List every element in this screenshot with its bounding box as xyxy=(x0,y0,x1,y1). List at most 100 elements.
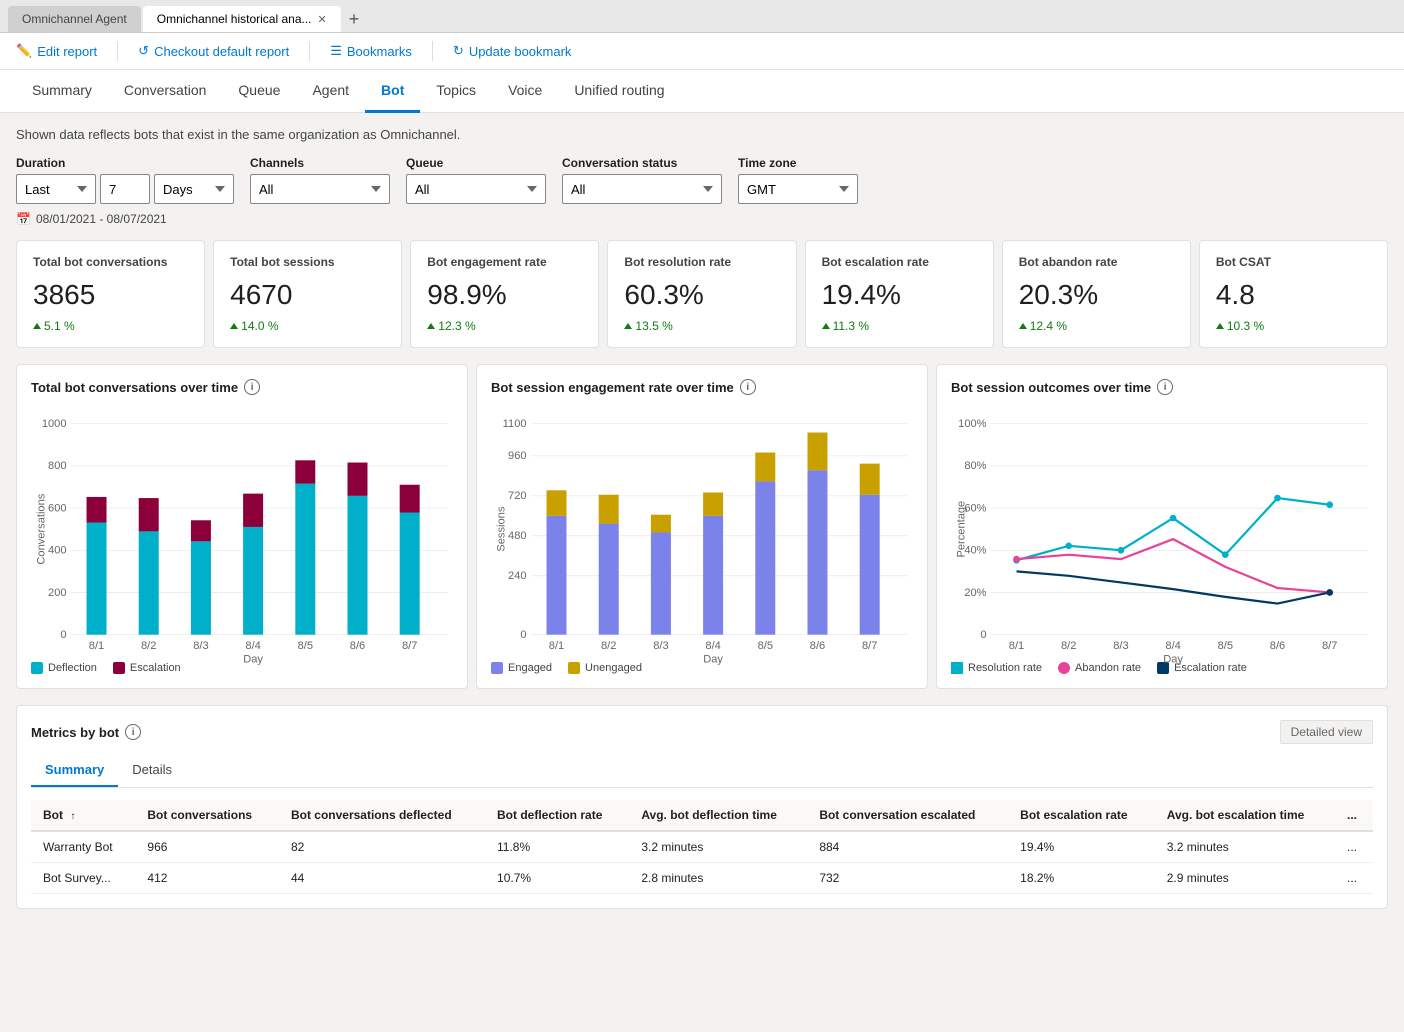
unengaged-color xyxy=(568,662,580,674)
cell-escalation-rate: 19.4% xyxy=(1008,831,1155,863)
svg-text:100%: 100% xyxy=(958,418,987,430)
svg-text:240: 240 xyxy=(508,570,527,582)
browser-tab-bar: Omnichannel Agent Omnichannel historical… xyxy=(0,0,1404,33)
queue-select[interactable]: All xyxy=(406,174,546,204)
bookmarks-button[interactable]: ☰ Bookmarks xyxy=(330,43,412,59)
svg-text:8/7: 8/7 xyxy=(402,640,417,652)
arrow-up-icon xyxy=(230,323,238,329)
sub-tab-details[interactable]: Details xyxy=(118,754,186,787)
filters-row: Duration Last Days Channels All Queue Al… xyxy=(16,156,1388,204)
svg-text:0: 0 xyxy=(60,629,66,641)
chart2-info-icon[interactable]: i xyxy=(740,379,756,395)
add-tab-button[interactable]: + xyxy=(343,9,366,30)
chart-conversations-over-time: Total bot conversations over time i 1000… xyxy=(16,364,468,689)
kpi-change-0: 5.1 % xyxy=(33,319,188,333)
cell-deflection-rate: 11.8% xyxy=(485,831,629,863)
nav-tab-conversation[interactable]: Conversation xyxy=(108,70,223,113)
metrics-header: Metrics by bot i Detailed view xyxy=(31,720,1373,744)
col-bot[interactable]: Bot ↑ xyxy=(31,800,135,831)
edit-report-button[interactable]: ✏️ Edit report xyxy=(16,43,97,59)
tab-omnichannel-historical[interactable]: Omnichannel historical ana... ✕ xyxy=(143,6,341,32)
svg-text:8/2: 8/2 xyxy=(141,640,156,652)
col-deflection-rate[interactable]: Bot deflection rate xyxy=(485,800,629,831)
legend-resolution: Resolution rate xyxy=(951,662,1042,674)
nav-tab-queue[interactable]: Queue xyxy=(222,70,296,113)
chart3-area: 100% 80% 60% 40% 20% 0 Percentage xyxy=(951,407,1373,654)
svg-text:40%: 40% xyxy=(964,545,986,557)
chart1-info-icon[interactable]: i xyxy=(244,379,260,395)
nav-tab-summary[interactable]: Summary xyxy=(16,70,108,113)
col-deflected[interactable]: Bot conversations deflected xyxy=(279,800,485,831)
cell-conversations: 966 xyxy=(135,831,279,863)
chart2-svg: 1100 960 720 480 240 0 Sessions xyxy=(491,407,913,651)
nav-tab-voice[interactable]: Voice xyxy=(492,70,558,113)
col-avg-escalation-time[interactable]: Avg. bot escalation time xyxy=(1155,800,1335,831)
detailed-view-button[interactable]: Detailed view xyxy=(1280,720,1373,744)
svg-text:8/4: 8/4 xyxy=(245,640,260,652)
svg-text:8/3: 8/3 xyxy=(193,640,208,652)
chart3-info-icon[interactable]: i xyxy=(1157,379,1173,395)
chart2-title: Bot session engagement rate over time i xyxy=(491,379,913,395)
nav-tab-bot[interactable]: Bot xyxy=(365,70,420,113)
chart3-svg: 100% 80% 60% 40% 20% 0 Percentage xyxy=(951,407,1373,651)
kpi-card-2: Bot engagement rate 98.9% 12.3 % xyxy=(410,240,599,348)
checkout-report-button[interactable]: ↺ Checkout default report xyxy=(138,43,289,59)
chart-engagement-over-time: Bot session engagement rate over time i … xyxy=(476,364,928,689)
page-content: Shown data reflects bots that exist in t… xyxy=(0,113,1404,1025)
kpi-value-0: 3865 xyxy=(33,279,188,311)
table-row: Bot Survey... 412 44 10.7% 2.8 minutes 7… xyxy=(31,863,1373,894)
update-bookmark-button[interactable]: ↻ Update bookmark xyxy=(453,43,572,59)
metrics-info-icon[interactable]: i xyxy=(125,724,141,740)
conv-status-filter: Conversation status All xyxy=(562,156,722,204)
kpi-title-0: Total bot conversations xyxy=(33,255,188,269)
cell-avg-deflection: 2.8 minutes xyxy=(629,863,807,894)
kpi-change-5: 12.4 % xyxy=(1019,319,1174,333)
metrics-table: Bot ↑ Bot conversations Bot conversation… xyxy=(31,800,1373,894)
tab-omnichannel-agent[interactable]: Omnichannel Agent xyxy=(8,6,141,32)
sub-tab-summary[interactable]: Summary xyxy=(31,754,118,787)
date-range-display: 📅 08/01/2021 - 08/07/2021 xyxy=(16,212,1388,226)
svg-text:480: 480 xyxy=(508,530,527,542)
toolbar-separator-3 xyxy=(432,41,433,61)
nav-tab-unified-routing[interactable]: Unified routing xyxy=(558,70,680,113)
conv-status-select[interactable]: All xyxy=(562,174,722,204)
svg-text:Day: Day xyxy=(243,653,263,665)
channels-select[interactable]: All xyxy=(250,174,390,204)
duration-type-select[interactable]: Last xyxy=(16,174,96,204)
cell-deflected: 82 xyxy=(279,831,485,863)
calendar-icon: 📅 xyxy=(16,212,31,226)
nav-tab-agent[interactable]: Agent xyxy=(296,70,365,113)
escalation-color xyxy=(113,662,125,674)
svg-text:960: 960 xyxy=(508,450,527,462)
kpi-value-1: 4670 xyxy=(230,279,385,311)
svg-text:Percentage: Percentage xyxy=(955,501,967,558)
timezone-select[interactable]: GMT xyxy=(738,174,858,204)
col-escalated[interactable]: Bot conversation escalated xyxy=(807,800,1008,831)
kpi-card-0: Total bot conversations 3865 5.1 % xyxy=(16,240,205,348)
svg-text:8/5: 8/5 xyxy=(1218,640,1233,652)
table-row: Warranty Bot 966 82 11.8% 3.2 minutes 88… xyxy=(31,831,1373,863)
checkout-icon: ↺ xyxy=(138,43,149,59)
chart1-area: 1000 800 600 400 200 0 Conversations xyxy=(31,407,453,654)
toolbar-separator-2 xyxy=(309,41,310,61)
duration-unit-select[interactable]: Days xyxy=(154,174,234,204)
edit-icon: ✏️ xyxy=(16,43,32,59)
kpi-value-4: 19.4% xyxy=(822,279,977,311)
abandon-color xyxy=(1058,662,1070,674)
arrow-up-icon xyxy=(33,323,41,329)
close-icon[interactable]: ✕ xyxy=(318,13,327,26)
chart2-legend: Engaged Unengaged xyxy=(491,662,913,674)
col-escalation-rate[interactable]: Bot escalation rate xyxy=(1008,800,1155,831)
kpi-value-5: 20.3% xyxy=(1019,279,1174,311)
col-bot-conversations[interactable]: Bot conversations xyxy=(135,800,279,831)
svg-text:200: 200 xyxy=(48,587,67,599)
duration-value-input[interactable] xyxy=(100,174,150,204)
channels-filter: Channels All xyxy=(250,156,390,204)
svg-text:8/1: 8/1 xyxy=(89,640,104,652)
engaged-color xyxy=(491,662,503,674)
kpi-value-6: 4.8 xyxy=(1216,279,1371,311)
kpi-title-5: Bot abandon rate xyxy=(1019,255,1174,269)
col-avg-deflection-time[interactable]: Avg. bot deflection time xyxy=(629,800,807,831)
nav-tab-topics[interactable]: Topics xyxy=(420,70,492,113)
bookmarks-icon: ☰ xyxy=(330,43,342,59)
